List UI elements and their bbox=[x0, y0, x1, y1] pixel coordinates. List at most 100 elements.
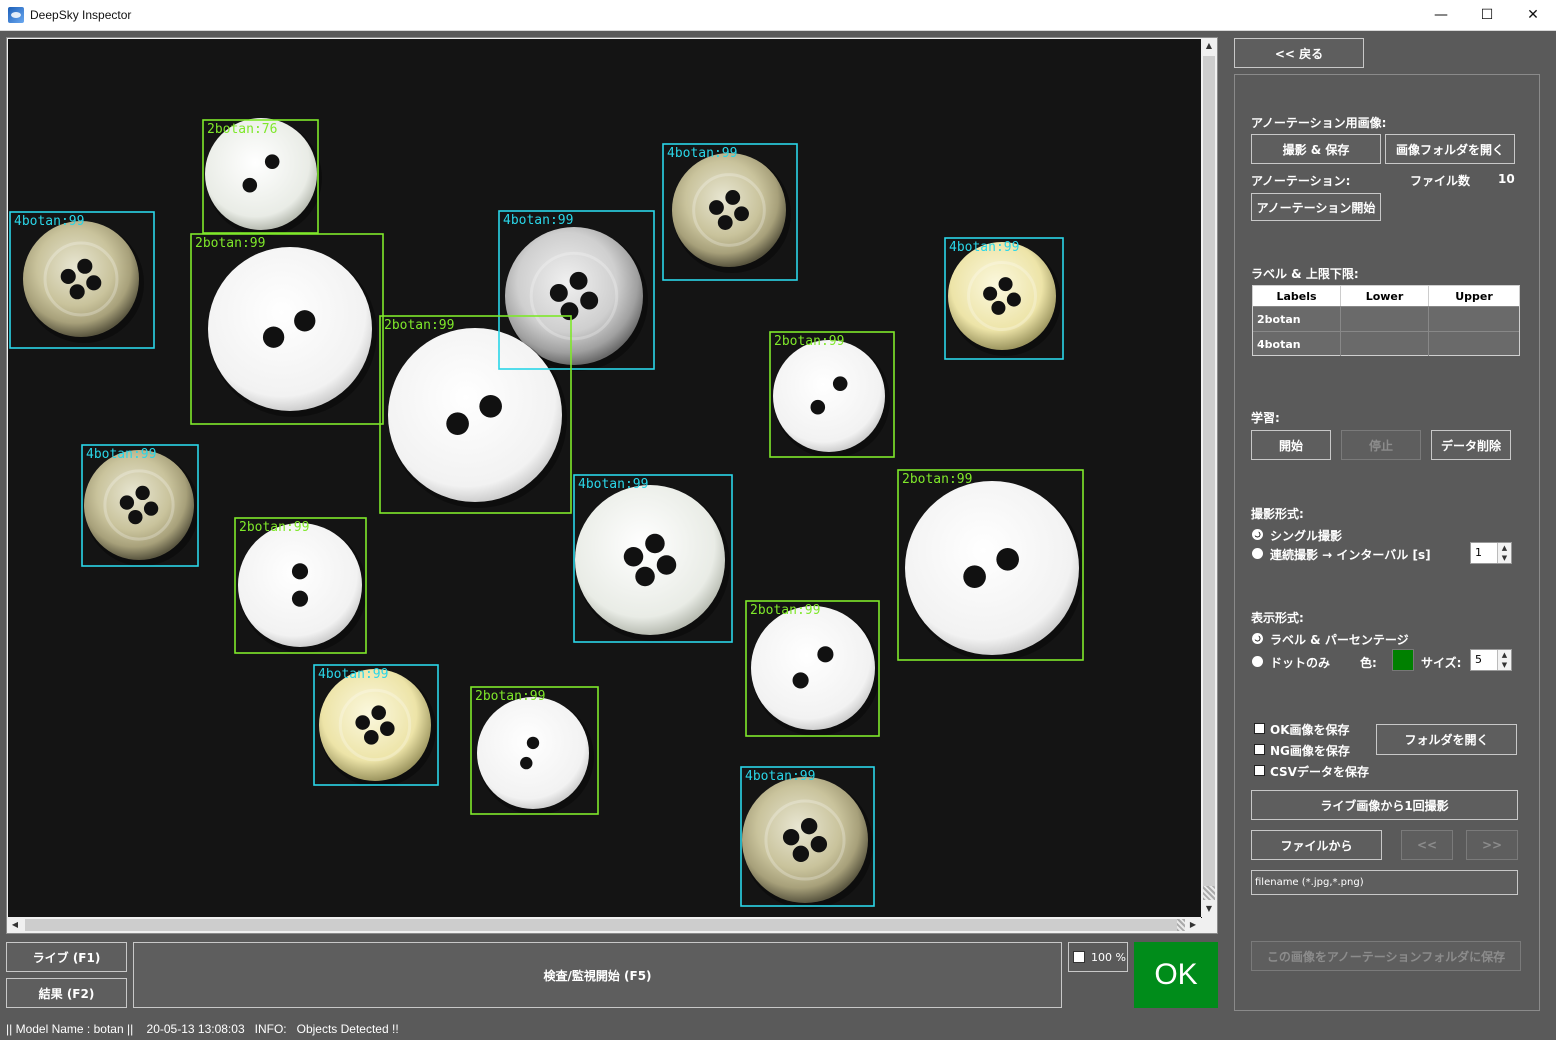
next-image-button[interactable]: >> bbox=[1466, 830, 1518, 860]
scroll-left-icon[interactable]: ◀ bbox=[7, 917, 23, 933]
vertical-scroll-thumb[interactable] bbox=[1203, 56, 1215, 886]
detection-label: 4botan:99 bbox=[578, 477, 648, 492]
dot-only-label[interactable]: ドットのみ bbox=[1270, 654, 1330, 671]
detection-canvas: 2botan:76 4botan:99 2botan:99 4botan:99 2bot… bbox=[8, 39, 1202, 918]
inspection-result-indicator: OK bbox=[1134, 942, 1218, 1008]
dot-color-swatch[interactable] bbox=[1392, 649, 1414, 671]
detection-label: 4botan:99 bbox=[318, 667, 388, 682]
label-limits-label: ラベル & 上限下限: bbox=[1251, 267, 1359, 281]
from-file-button[interactable]: ファイルから bbox=[1251, 830, 1382, 860]
annotation-start-button[interactable]: アノーテーション開始 bbox=[1251, 193, 1381, 221]
scroll-down-icon[interactable]: ▼ bbox=[1202, 901, 1216, 917]
display-mode-label: 表示形式: bbox=[1251, 611, 1304, 625]
table-cell[interactable] bbox=[1429, 307, 1519, 331]
size-stepper[interactable]: 5 ▲ ▼ bbox=[1470, 649, 1512, 671]
status-bar: || Model Name : botan || 20-05-13 13:08:… bbox=[0, 1019, 1556, 1040]
detection-label: 2botan:99 bbox=[239, 520, 309, 535]
size-value[interactable]: 5 bbox=[1475, 653, 1482, 666]
save-ng-label[interactable]: NG画像を保存 bbox=[1270, 742, 1350, 759]
scroll-grip bbox=[1177, 919, 1185, 931]
close-button[interactable]: ✕ bbox=[1510, 0, 1556, 31]
horizontal-scroll-thumb[interactable] bbox=[25, 919, 1177, 931]
detection-label: 4botan:99 bbox=[667, 146, 737, 161]
scroll-grip bbox=[1203, 886, 1215, 900]
continuous-capture-radio[interactable] bbox=[1252, 548, 1263, 559]
delete-data-button[interactable]: データ削除 bbox=[1431, 430, 1511, 460]
zoom-check-icon[interactable] bbox=[1073, 951, 1085, 963]
file-count-label: ファイル数 bbox=[1410, 174, 1471, 188]
detection-label: 2botan:99 bbox=[774, 334, 844, 349]
interval-stepper[interactable]: 1 ▲ ▼ bbox=[1470, 542, 1512, 564]
maximize-button[interactable]: ☐ bbox=[1464, 0, 1510, 31]
capture-mode-label: 撮影形式: bbox=[1251, 507, 1304, 521]
detection-label: 2botan:99 bbox=[475, 689, 545, 704]
minimize-button[interactable]: — bbox=[1418, 0, 1464, 31]
inspect-start-button[interactable]: 検査/監視開始 (F5) bbox=[133, 942, 1062, 1008]
detection-label: 2botan:76 bbox=[207, 122, 277, 137]
detection-label: 2botan:99 bbox=[750, 603, 820, 618]
zoom-checkbox[interactable]: 100 % bbox=[1068, 942, 1128, 972]
horizontal-scrollbar[interactable]: ◀ ▶ bbox=[7, 917, 1201, 933]
table-cell[interactable] bbox=[1341, 332, 1429, 356]
capture-once-button[interactable]: ライブ画像から1回撮影 bbox=[1251, 790, 1518, 820]
open-image-folder-button[interactable]: 画像フォルダを開く bbox=[1385, 134, 1515, 164]
table-row[interactable]: 4botan bbox=[1253, 331, 1519, 356]
result-button[interactable]: 結果 (F2) bbox=[6, 978, 127, 1008]
learning-label: 学習: bbox=[1251, 411, 1280, 425]
capture-save-button[interactable]: 撮影 & 保存 bbox=[1251, 134, 1381, 164]
table-header-cell: Lower bbox=[1341, 286, 1429, 306]
table-header-cell: Labels bbox=[1253, 286, 1341, 306]
live-button[interactable]: ライブ (F1) bbox=[6, 942, 127, 972]
annotation-label: アノーテーション: bbox=[1251, 174, 1351, 188]
detection-label: 2botan:99 bbox=[195, 236, 265, 251]
app-logo-icon bbox=[8, 7, 24, 23]
color-label: 色: bbox=[1360, 656, 1377, 670]
zoom-label: 100 % bbox=[1091, 950, 1126, 964]
back-button[interactable]: << 戻る bbox=[1234, 38, 1364, 68]
vertical-scrollbar[interactable]: ▲ ▼ bbox=[1201, 38, 1217, 917]
detection-label: 4botan:99 bbox=[949, 240, 1019, 255]
dot-only-radio[interactable] bbox=[1252, 656, 1263, 667]
label-limits-table[interactable]: Labels Lower Upper 2botan 4botan bbox=[1252, 285, 1520, 356]
table-cell: 2botan bbox=[1253, 307, 1341, 331]
label-percentage-label[interactable]: ラベル & パーセンテージ bbox=[1270, 631, 1409, 648]
window-title: DeepSky Inspector bbox=[30, 8, 132, 22]
single-capture-label[interactable]: シングル撮影 bbox=[1270, 527, 1342, 544]
size-label: サイズ: bbox=[1421, 656, 1462, 670]
single-capture-radio[interactable] bbox=[1252, 529, 1263, 540]
detection-label: 4botan:99 bbox=[503, 213, 573, 228]
save-to-annotation-button[interactable]: この画像をアノーテーションフォルダに保存 bbox=[1251, 941, 1521, 971]
stepper-arrows-icon[interactable]: ▲ ▼ bbox=[1497, 543, 1511, 563]
table-cell: 4botan bbox=[1253, 332, 1341, 356]
scroll-up-icon[interactable]: ▲ bbox=[1202, 38, 1216, 54]
image-viewer: 2botan:76 4botan:99 2botan:99 4botan:99 2bot… bbox=[6, 37, 1218, 934]
save-csv-checkbox[interactable] bbox=[1254, 765, 1265, 776]
table-header: Labels Lower Upper bbox=[1253, 286, 1519, 306]
stepper-arrows-icon[interactable]: ▲ ▼ bbox=[1497, 650, 1511, 670]
save-ok-label[interactable]: OK画像を保存 bbox=[1270, 721, 1350, 738]
open-folder-button[interactable]: フォルダを開く bbox=[1376, 724, 1517, 755]
table-header-cell: Upper bbox=[1455, 289, 1493, 303]
interval-value[interactable]: 1 bbox=[1475, 546, 1482, 559]
previous-image-button[interactable]: << bbox=[1401, 830, 1453, 860]
title-bar: DeepSky Inspector — ☐ ✕ bbox=[0, 0, 1556, 31]
filename-field[interactable]: filename (*.jpg,*.png) bbox=[1251, 870, 1518, 895]
detection-label: 2botan:99 bbox=[902, 472, 972, 487]
learning-start-button[interactable]: 開始 bbox=[1251, 430, 1331, 460]
detection-label: 4botan:99 bbox=[745, 769, 815, 784]
save-csv-label[interactable]: CSVデータを保存 bbox=[1270, 763, 1369, 780]
save-ng-checkbox[interactable] bbox=[1254, 744, 1265, 755]
table-row[interactable]: 2botan bbox=[1253, 306, 1519, 331]
table-cell[interactable] bbox=[1429, 332, 1519, 356]
save-ok-checkbox[interactable] bbox=[1254, 723, 1265, 734]
detection-label: 4botan:99 bbox=[14, 214, 84, 229]
continuous-capture-label[interactable]: 連続撮影 → インターバル [s] bbox=[1270, 546, 1431, 563]
detection-label: 2botan:99 bbox=[384, 318, 454, 333]
file-count-value: 10 bbox=[1498, 172, 1515, 186]
learning-stop-button[interactable]: 停止 bbox=[1341, 430, 1421, 460]
annotation-image-label: アノーテーション用画像: bbox=[1251, 116, 1387, 130]
scroll-right-icon[interactable]: ▶ bbox=[1185, 917, 1201, 933]
label-percentage-radio[interactable] bbox=[1252, 633, 1263, 644]
camera-image[interactable]: 2botan:76 4botan:99 2botan:99 4botan:99 2bot… bbox=[8, 39, 1202, 918]
table-cell[interactable] bbox=[1341, 307, 1429, 331]
